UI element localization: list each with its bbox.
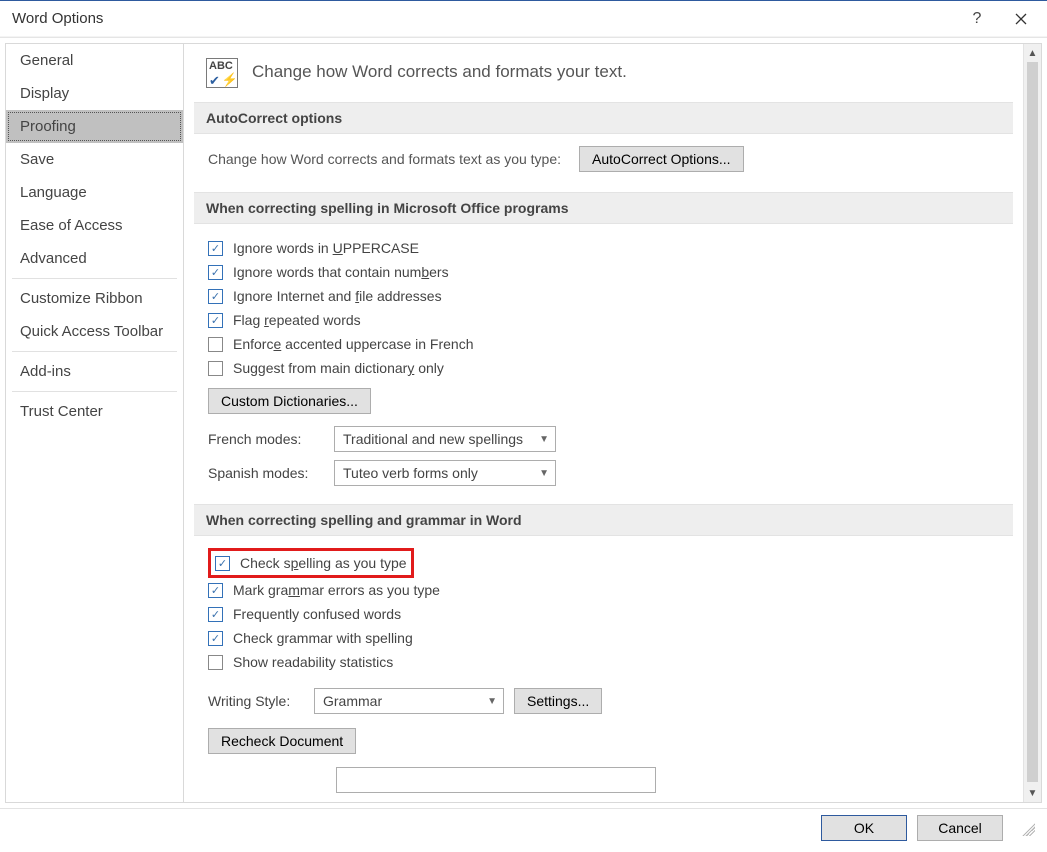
french-modes-dropdown[interactable]: Traditional and new spellings▼: [334, 426, 556, 452]
writing-style-label: Writing Style:: [208, 693, 304, 709]
sidebar-item-trust-center[interactable]: Trust Center: [6, 395, 183, 428]
scroll-thumb[interactable]: [1027, 62, 1038, 782]
writing-style-dropdown[interactable]: Grammar▼: [314, 688, 504, 714]
spanish-modes-label: Spanish modes:: [208, 465, 324, 481]
sidebar-item-customize-ribbon[interactable]: Customize Ribbon: [6, 282, 183, 315]
checkbox-mark-grammar[interactable]: ✓ Mark grammar errors as you type: [208, 578, 1003, 602]
help-button[interactable]: ?: [955, 2, 999, 36]
sidebar-item-language[interactable]: Language: [6, 176, 183, 209]
sidebar-item-add-ins[interactable]: Add-ins: [6, 355, 183, 388]
section-header-autocorrect: AutoCorrect options: [194, 102, 1013, 134]
cancel-button[interactable]: Cancel: [917, 815, 1003, 841]
cutoff-dropdown[interactable]: [336, 767, 656, 793]
sidebar-item-proofing[interactable]: Proofing: [6, 110, 183, 143]
resize-grip[interactable]: [1019, 820, 1035, 836]
spanish-modes-dropdown[interactable]: Tuteo verb forms only▼: [334, 460, 556, 486]
close-icon: [1015, 13, 1027, 25]
options-panel: ABC✔⚡ Change how Word corrects and forma…: [184, 44, 1023, 802]
chevron-down-icon: ▼: [487, 696, 497, 707]
autocorrect-desc: Change how Word corrects and formats tex…: [208, 151, 561, 167]
titlebar: Word Options ?: [0, 1, 1047, 37]
scroll-down-button[interactable]: ▼: [1024, 784, 1041, 802]
page-heading: Change how Word corrects and formats you…: [252, 58, 627, 82]
chevron-down-icon: ▼: [539, 434, 549, 445]
section-header-office-spelling: When correcting spelling in Microsoft Of…: [194, 192, 1013, 224]
chevron-down-icon: ▼: [539, 468, 549, 479]
sidebar-item-save[interactable]: Save: [6, 143, 183, 176]
custom-dictionaries-button[interactable]: Custom Dictionaries...: [208, 388, 371, 414]
close-button[interactable]: [999, 2, 1043, 36]
options-sidebar: General Display Proofing Save Language E…: [5, 43, 184, 803]
checkbox-grammar-with-spelling[interactable]: ✓ Check grammar with spelling: [208, 626, 1003, 650]
dialog-footer: OK Cancel: [0, 809, 1047, 847]
checkbox-flag-repeated[interactable]: ✓ Flag repeated words: [208, 308, 1003, 332]
ok-button[interactable]: OK: [821, 815, 907, 841]
sidebar-item-advanced[interactable]: Advanced: [6, 242, 183, 275]
dialog-body: General Display Proofing Save Language E…: [0, 37, 1047, 809]
checkbox-ignore-internet[interactable]: ✓ Ignore Internet and file addresses: [208, 284, 1003, 308]
highlighted-check-spelling: ✓ Check spelling as you type: [208, 548, 414, 578]
sidebar-item-quick-access-toolbar[interactable]: Quick Access Toolbar: [6, 315, 183, 348]
sidebar-item-general[interactable]: General: [6, 44, 183, 77]
french-modes-label: French modes:: [208, 431, 324, 447]
checkbox-ignore-numbers[interactable]: ✓ Ignore words that contain numbers: [208, 260, 1003, 284]
proofing-icon: ABC✔⚡: [206, 58, 238, 88]
dialog-title: Word Options: [12, 10, 103, 27]
partial-cutoff-row: [208, 766, 1003, 794]
sidebar-item-ease-of-access[interactable]: Ease of Access: [6, 209, 183, 242]
checkbox-readability[interactable]: ✓ Show readability statistics: [208, 650, 1003, 674]
checkbox-ignore-uppercase[interactable]: ✓ Ignore words in UPPERCASE: [208, 236, 1003, 260]
recheck-document-button[interactable]: Recheck Document: [208, 728, 356, 754]
checkbox-confused-words[interactable]: ✓ Frequently confused words: [208, 602, 1003, 626]
section-header-word-grammar: When correcting spelling and grammar in …: [194, 504, 1013, 536]
scrollbar[interactable]: ▲ ▼: [1023, 44, 1041, 802]
checkbox-french-accent[interactable]: ✓ Enforce accented uppercase in French: [208, 332, 1003, 356]
checkbox-main-dictionary[interactable]: ✓ Suggest from main dictionary only: [208, 356, 1003, 380]
scroll-up-button[interactable]: ▲: [1024, 44, 1041, 62]
autocorrect-options-button[interactable]: AutoCorrect Options...: [579, 146, 744, 172]
checkbox-check-spelling[interactable]: ✓ Check spelling as you type: [215, 553, 407, 573]
settings-button[interactable]: Settings...: [514, 688, 602, 714]
sidebar-item-display[interactable]: Display: [6, 77, 183, 110]
